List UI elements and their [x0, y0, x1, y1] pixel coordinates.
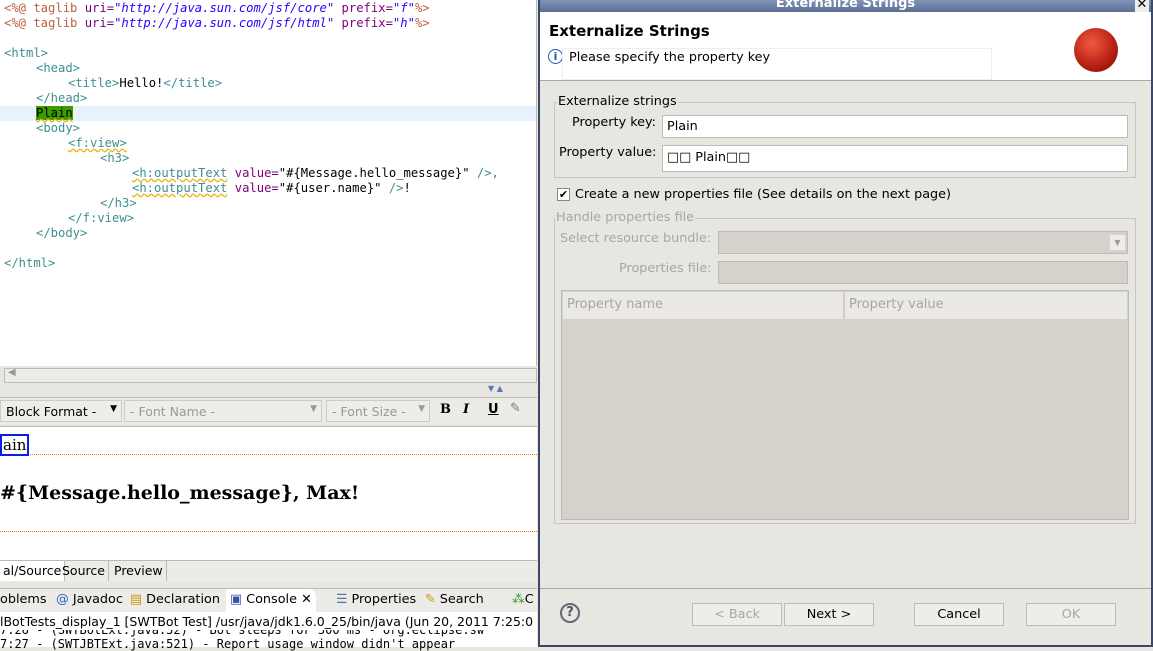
block-format-combo[interactable]: Block Format - ▼ [0, 400, 122, 422]
code-line: <title>Hello!</title> [68, 76, 223, 90]
underline-button[interactable]: U [488, 402, 499, 417]
chevron-down-icon: ▼ [310, 404, 317, 414]
back-button[interactable]: < Back [692, 603, 782, 626]
highlight-pen-icon[interactable]: ✎ [510, 401, 521, 416]
column-header-value[interactable]: Property value [845, 292, 1127, 319]
hierarchy-icon: ⁂ [512, 592, 525, 607]
italic-button[interactable]: I [463, 402, 469, 417]
scroll-left-icon[interactable]: ◀ [8, 367, 16, 378]
console-header: lBotTests_display_1 [SWTBot Test] /usr/j… [0, 614, 534, 629]
code-line: </head> [36, 91, 88, 105]
horizontal-scrollbar[interactable]: ◀ [4, 367, 537, 383]
code-line: <h:outputText value="#{user.name}" />! [132, 181, 411, 195]
console-view[interactable]: lBotTests_display_1 [SWTBot Test] /usr/j… [0, 612, 537, 651]
console-line: 7:26 - (SWTBotExt.java:52) - Bot sleeps … [0, 630, 485, 637]
group-label: Handle properties file [555, 210, 696, 225]
bold-button[interactable]: B [440, 402, 451, 417]
resource-bundle-combo[interactable]: ▼ [718, 231, 1128, 254]
editor-mode-tabs: al/Source Source Preview [0, 560, 537, 582]
divider [540, 588, 1151, 589]
source-editor[interactable]: <%@ taglib uri="http://java.sun.com/jsf/… [0, 0, 537, 366]
properties-table[interactable]: Property name Property value [561, 290, 1129, 520]
tab-console[interactable]: ▣ Console ✕ [226, 589, 316, 613]
code-line: <html> [4, 46, 49, 60]
close-icon[interactable]: ✕ [301, 592, 312, 607]
at-icon: @ [56, 592, 73, 607]
code-line: <head> [36, 61, 81, 75]
format-toolbar: Block Format - ▼ - Font Name - ▼ - Font Si… [0, 397, 537, 424]
console-icon: ▣ [230, 592, 247, 607]
dialog-message: Please specify the property key [562, 48, 992, 80]
font-name-combo[interactable]: - Font Name - ▼ [124, 400, 322, 422]
property-key-input[interactable]: Plain [662, 115, 1128, 138]
next-button[interactable]: Next > [784, 603, 874, 626]
tab-search[interactable]: ✎ Search [425, 592, 484, 607]
code-line: </html> [4, 256, 56, 270]
bundle-label: Select resource bundle: [560, 231, 712, 246]
code-line-plain: Plain [36, 106, 73, 120]
declaration-icon: ▤ [130, 592, 147, 607]
visual-editor[interactable]: ain #{Message.hello_message}, Max! [0, 426, 537, 560]
properties-file-label: Properties file: [619, 261, 712, 276]
chevron-down-icon: ▼ [1110, 235, 1125, 250]
code-line: </f:view> [68, 211, 135, 225]
views-tab-bar: oblems @ Javadoc ▤ Declaration ▣ Console… [0, 588, 537, 613]
tab-javadoc[interactable]: @ Javadoc [56, 592, 123, 607]
column-header-name[interactable]: Property name [563, 292, 844, 319]
code-line: </body> [36, 226, 88, 240]
ok-button[interactable]: OK [1026, 603, 1116, 626]
code-line: <f:view> [68, 136, 127, 150]
chevron-down-icon: ▼ [110, 404, 117, 414]
externalize-strings-dialog: Externalize Strings ✕ Externalize String… [538, 0, 1153, 647]
dialog-header: Externalize Strings i Please specify the… [540, 12, 1151, 81]
tab-problems[interactable]: oblems [0, 592, 47, 607]
font-size-combo[interactable]: - Font Size - ▼ [326, 400, 430, 422]
tab-visual-source[interactable]: al/Source [0, 561, 66, 581]
dialog-titlebar[interactable]: Externalize Strings ✕ [540, 0, 1151, 12]
property-value-input[interactable]: □□ Plain□□ [662, 145, 1128, 172]
property-key-label: Property key: [572, 115, 656, 130]
create-properties-checkbox[interactable]: ✔ [557, 188, 570, 201]
tab-other[interactable]: ⁂C [512, 592, 534, 607]
code-line: <%@ taglib uri="http://java.sun.com/jsf/… [4, 1, 430, 15]
console-line: 7:27 - (SWTJBTExt.java:521) - Report usa… [0, 637, 456, 651]
tab-declaration[interactable]: ▤ Declaration [130, 592, 220, 607]
code-line: <body> [36, 121, 81, 135]
selected-element[interactable]: ain [0, 434, 30, 456]
splitter-arrows-icon[interactable]: ▼ ▲ [488, 384, 503, 393]
search-icon: ✎ [425, 592, 440, 607]
rendered-heading: #{Message.hello_message}, Max! [0, 482, 360, 504]
properties-file-input[interactable] [718, 261, 1128, 284]
group-label: Externalize strings [557, 94, 678, 109]
property-value-label: Property value: [559, 145, 657, 160]
divider [0, 531, 537, 532]
code-line: <h:outputText value="#{Message.hello_mes… [132, 166, 499, 180]
dialog-title: Externalize Strings [549, 22, 710, 40]
tab-properties[interactable]: ☰ Properties [336, 592, 416, 607]
cancel-button[interactable]: Cancel [914, 603, 1004, 626]
tab-source[interactable]: Source [59, 561, 109, 581]
tab-preview[interactable]: Preview [111, 561, 167, 581]
wizard-banner-icon [1074, 28, 1118, 72]
code-line: </h3> [100, 196, 137, 210]
properties-icon: ☰ [336, 592, 352, 607]
info-icon: i [548, 49, 563, 64]
code-line: <%@ taglib uri="http://java.sun.com/jsf/… [4, 16, 430, 30]
checkbox-label: Create a new properties file (See detail… [575, 187, 952, 202]
current-line-highlight [0, 106, 536, 121]
close-window-icon[interactable]: ✕ [1135, 0, 1149, 12]
code-line: <h3> [100, 151, 130, 165]
divider [30, 454, 537, 455]
chevron-down-icon: ▼ [418, 404, 425, 414]
help-icon[interactable]: ? [560, 603, 580, 623]
